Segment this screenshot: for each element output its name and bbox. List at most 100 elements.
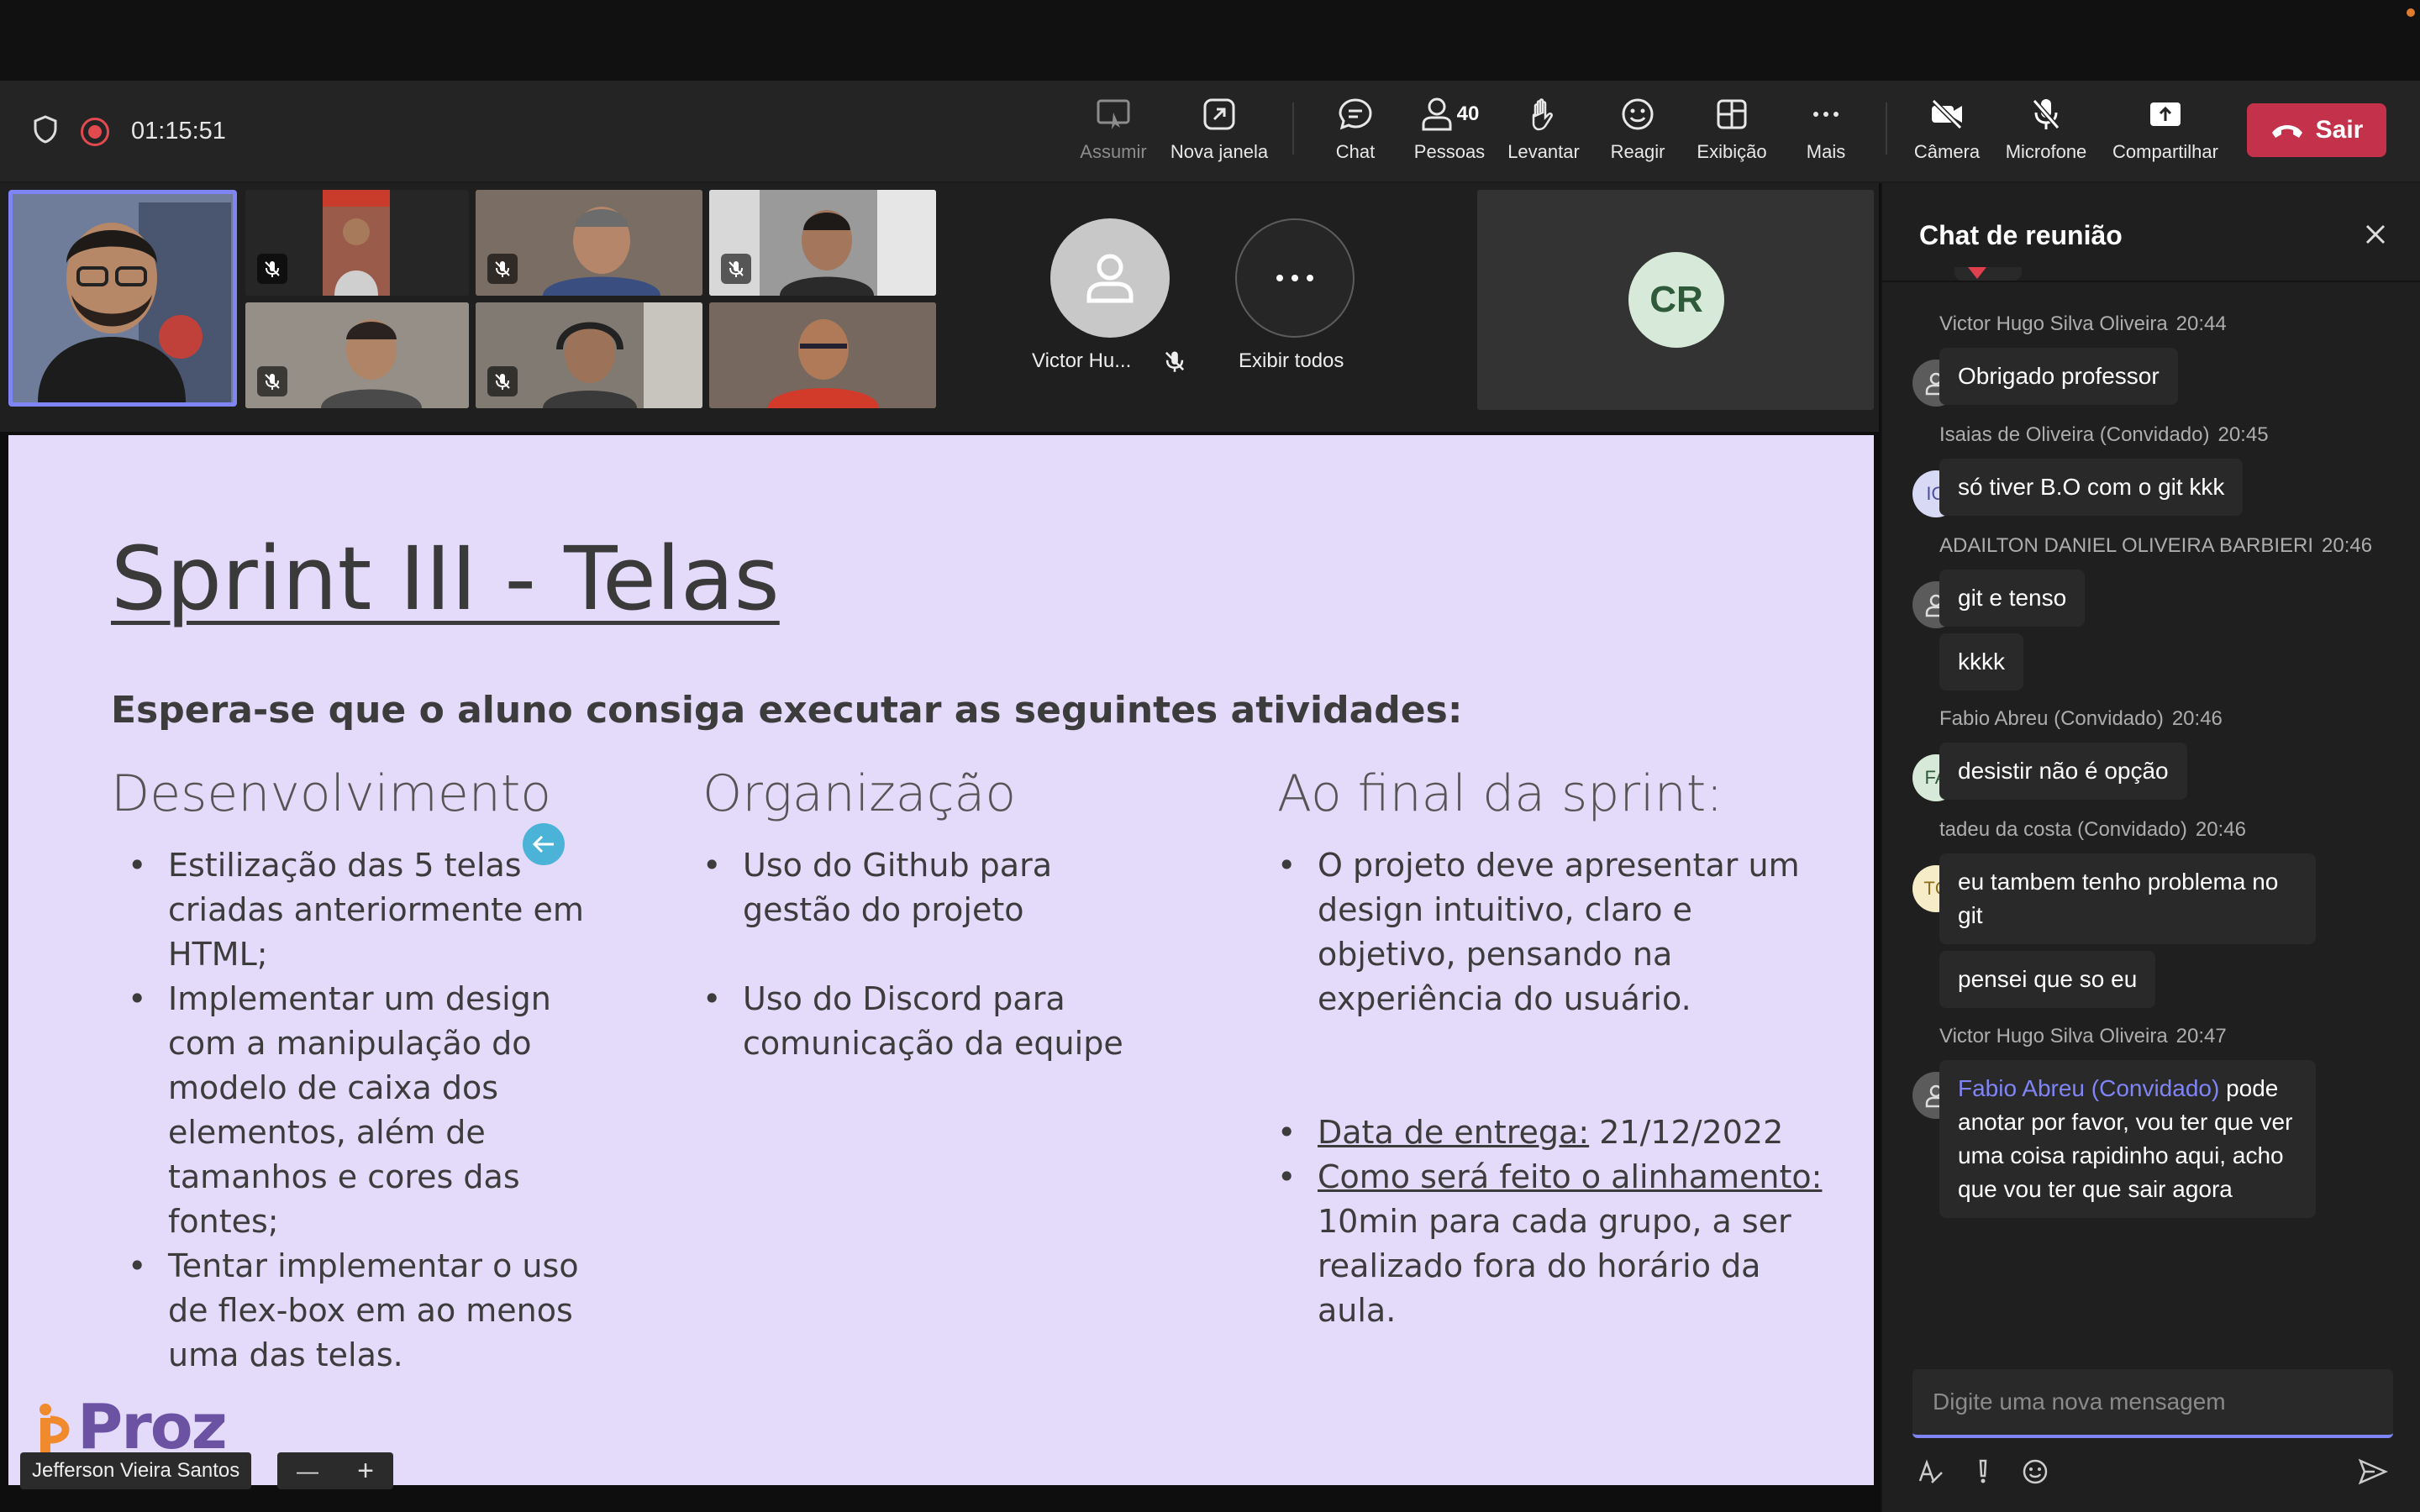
- video-tile-active-speaker[interactable]: [8, 190, 237, 407]
- mic-off-icon: [487, 366, 518, 396]
- video-tile[interactable]: [245, 190, 469, 296]
- share-button[interactable]: Compartilhar: [2111, 96, 2220, 163]
- video-tile[interactable]: [709, 190, 936, 296]
- chat-message[interactable]: kkkk: [1939, 633, 2023, 690]
- video-tile[interactable]: [476, 190, 702, 296]
- column-heading: Desenvolvimento: [111, 764, 552, 823]
- list-item: O projeto deve apresentar um design intu…: [1267, 843, 1839, 1021]
- message-header: Victor Hugo Silva Oliveira 20:47: [1939, 1025, 2227, 1048]
- message-author: Victor Hugo Silva Oliveira: [1939, 312, 2168, 335]
- chat-icon: [1339, 98, 1372, 130]
- chat-message[interactable]: só tiver B.O com o git kkk: [1939, 459, 2244, 516]
- system-top-bar: [0, 0, 2420, 81]
- mention[interactable]: Fabio Abreu (Convidado): [1958, 1075, 2219, 1101]
- format-icon: [1918, 1459, 1943, 1483]
- mic-off-icon: [257, 366, 287, 396]
- video-tile[interactable]: [476, 302, 702, 408]
- message-author: Fabio Abreu (Convidado): [1939, 707, 2164, 730]
- close-icon[interactable]: [2361, 220, 2390, 249]
- chat-message[interactable]: Fabio Abreu (Convidado) pode anotar por …: [1939, 1060, 2316, 1218]
- layout-icon: [1717, 99, 1747, 129]
- smiley-icon: [1622, 98, 1654, 130]
- zoom-out-button[interactable]: —: [297, 1458, 318, 1484]
- message-input[interactable]: [1912, 1369, 2393, 1435]
- toolbar-divider: [1886, 102, 1887, 155]
- message-time: 20:46: [2171, 707, 2223, 730]
- list-item: Implementar um design com a manipulação …: [118, 977, 622, 1244]
- chat-message[interactable]: git e tenso: [1939, 570, 2086, 627]
- delivery-date-label: Data de entrega:: [1318, 1114, 1590, 1151]
- message-header: ADAILTON DANIEL OLIVEIRA BARBIERI 20:46: [1939, 534, 2372, 558]
- people-button[interactable]: 40 Pessoas: [1395, 96, 1504, 163]
- delivery-date-value: 21/12/2022: [1589, 1114, 1784, 1151]
- new-window-label: Nova janela: [1170, 141, 1269, 162]
- message-time: 20:46: [2195, 818, 2246, 841]
- smiley-icon: [2023, 1459, 2048, 1484]
- video-tile[interactable]: [245, 302, 469, 408]
- video-tile[interactable]: [709, 302, 936, 408]
- proz-logo: Proz: [37, 1396, 228, 1458]
- participant-avatar[interactable]: [1050, 218, 1170, 338]
- list-item: Tentar implementar o uso de flex-box em …: [118, 1244, 622, 1378]
- people-icon: [1422, 97, 1452, 131]
- meeting-chat-panel: Chat de reunião Victor Hugo Silva Olivei…: [1881, 183, 2420, 1512]
- format-button[interactable]: [1912, 1453, 1949, 1490]
- raise-hand-icon: [1532, 98, 1553, 131]
- more-button[interactable]: Mais: [1771, 96, 1881, 163]
- camera-off-icon: [1931, 98, 1963, 130]
- toolbar-divider: [1292, 102, 1294, 155]
- shared-presentation[interactable]: Sprint III - Telas Espera-se que o aluno…: [8, 435, 1874, 1489]
- mic-off-icon: [487, 254, 518, 284]
- react-button[interactable]: Reagir: [1583, 96, 1692, 163]
- emoji-button[interactable]: [2017, 1453, 2054, 1490]
- chat-button[interactable]: Chat: [1301, 96, 1410, 191]
- pop-out-icon: [1203, 98, 1235, 130]
- microphone-button[interactable]: Microfone: [1991, 96, 2101, 163]
- raise-hand-button[interactable]: Levantar: [1489, 96, 1598, 163]
- message-header: Isaias de Oliveira (Convidado) 20:45: [1939, 423, 2269, 447]
- view-button[interactable]: Exibição: [1677, 96, 1786, 163]
- reaction-chip[interactable]: [1954, 267, 2022, 281]
- take-control-button[interactable]: Assumir: [1059, 96, 1168, 163]
- message-header: Victor Hugo Silva Oliveira 20:44: [1939, 312, 2227, 336]
- new-window-button[interactable]: Nova janela: [1165, 96, 1274, 163]
- more-label: Mais: [1806, 141, 1846, 162]
- send-button[interactable]: [2354, 1453, 2391, 1490]
- share-label: Compartilhar: [2112, 141, 2218, 162]
- chat-message[interactable]: pensei que so eu: [1939, 951, 2156, 1008]
- mic-off-icon: [721, 254, 751, 284]
- take-control-icon: [1097, 99, 1130, 129]
- zoom-in-button[interactable]: +: [357, 1455, 374, 1488]
- chat-title: Chat de reunião: [1919, 220, 2123, 250]
- chat-message[interactable]: Obrigado professor: [1939, 348, 2178, 405]
- message-author: Victor Hugo Silva Oliveira: [1939, 1025, 2168, 1047]
- slide-subtitle: Espera-se que o aluno consiga executar a…: [111, 689, 1463, 732]
- mic-off-icon: [1163, 349, 1186, 377]
- message-author: Isaias de Oliveira (Convidado): [1939, 423, 2210, 446]
- list-item: Data de entrega: 21/12/2022: [1267, 1110, 1839, 1155]
- shield-icon[interactable]: [32, 114, 59, 149]
- mic-off-icon: [257, 254, 287, 284]
- show-all-button[interactable]: [1235, 218, 1355, 338]
- chat-message[interactable]: eu tambem tenho problema no git: [1939, 853, 2316, 944]
- video-tile-cr[interactable]: CR: [1477, 190, 1874, 410]
- more-icon: [1813, 112, 1839, 117]
- sprint-end-list: O projeto deve apresentar um design intu…: [1267, 843, 1839, 1333]
- priority-button[interactable]: [1965, 1453, 2002, 1490]
- slide-title: Sprint III - Telas: [111, 528, 780, 630]
- chat-message[interactable]: desistir não é opção: [1939, 743, 2187, 800]
- list-item: Uso do Github para gestão do projeto: [692, 843, 1163, 932]
- mic-off-icon: [2032, 99, 2060, 129]
- hang-up-icon: [2271, 125, 2302, 138]
- message-header: Fabio Abreu (Convidado) 20:46: [1939, 707, 2223, 731]
- column-heading: Ao final da sprint:: [1277, 764, 1723, 823]
- video-gallery: Victor Hu... Exibir todos CR: [0, 183, 1879, 432]
- people-count: 40: [1456, 102, 1480, 125]
- take-control-label: Assumir: [1080, 141, 1147, 162]
- speaker-video: [13, 194, 233, 402]
- compose-box: [1912, 1369, 2393, 1438]
- cr-avatar: CR: [1628, 252, 1724, 348]
- leave-button[interactable]: Sair: [2247, 103, 2386, 157]
- react-label: Reagir: [1610, 141, 1665, 162]
- camera-button[interactable]: Câmera: [1892, 96, 2002, 163]
